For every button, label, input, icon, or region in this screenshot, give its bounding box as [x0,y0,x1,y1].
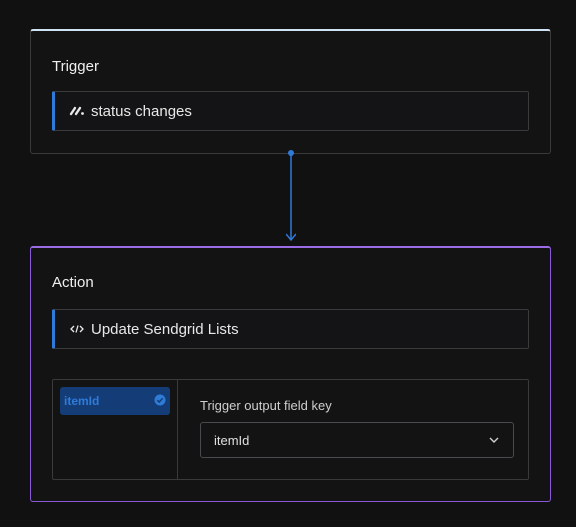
field-key-value: itemId [214,432,250,448]
monday-logo-icon [69,104,85,118]
trigger-card[interactable]: Trigger status changes [30,29,551,154]
field-mapping-panel: itemId Trigger output field key itemId [52,379,529,480]
field-key-select[interactable]: itemId [200,422,514,458]
action-pill[interactable]: Update Sendgrid Lists [52,309,529,349]
code-icon [69,322,85,336]
action-card[interactable]: Action Update Sendgrid Lists itemId Trig… [30,246,551,502]
action-label: Update Sendgrid Lists [91,320,239,338]
check-circle-icon [154,394,166,406]
chevron-down-icon [489,437,499,443]
workflow-canvas: Trigger status changes Action Update Sen… [0,0,576,527]
trigger-title: Trigger [52,58,99,75]
field-key-label: Trigger output field key [200,398,332,413]
field-chip-itemid[interactable]: itemId [60,387,170,415]
panel-divider [177,380,178,479]
field-chip-label: itemId [64,394,100,408]
trigger-event-pill[interactable]: status changes [52,91,529,131]
trigger-event-label: status changes [91,102,192,120]
action-title: Action [52,274,94,291]
connector-arrow [286,150,296,242]
